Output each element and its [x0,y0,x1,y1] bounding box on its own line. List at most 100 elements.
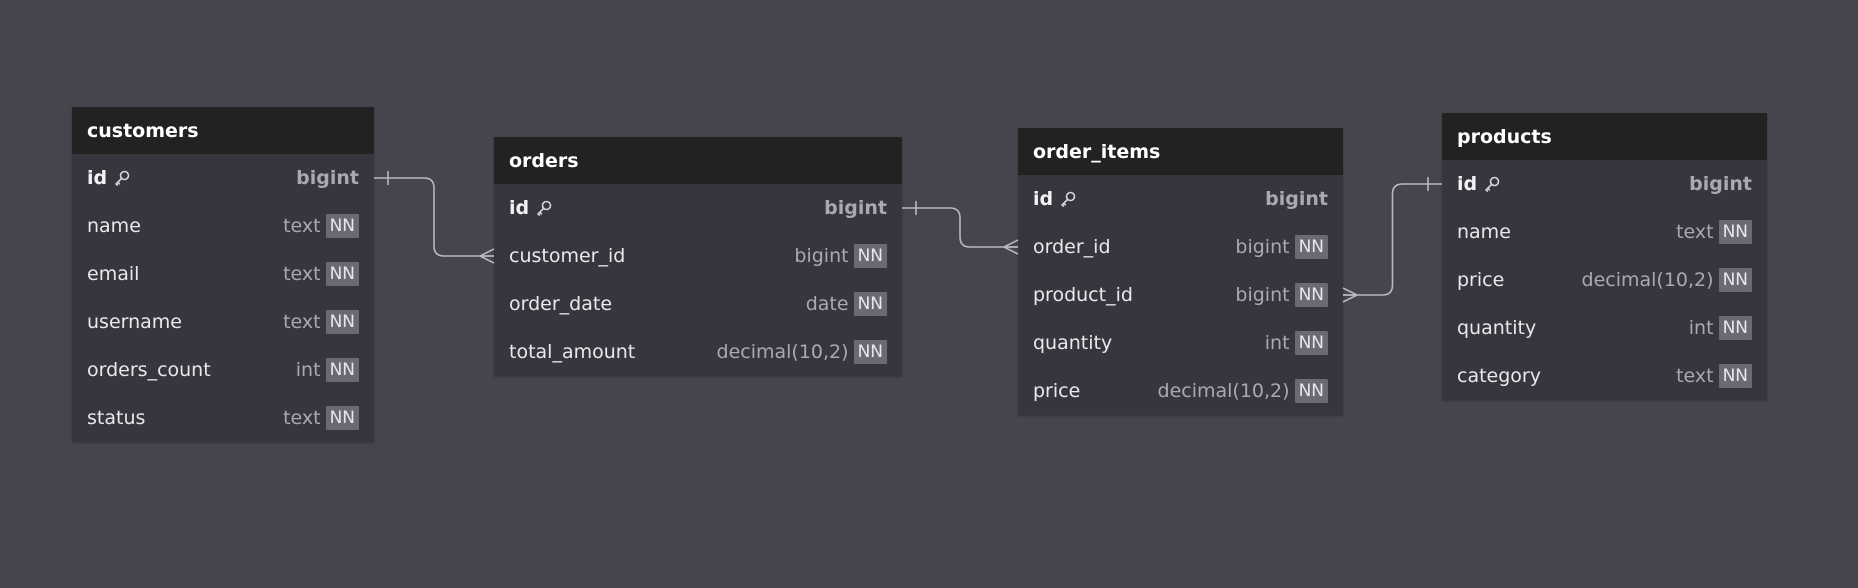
column-row[interactable]: orders_count int NN [72,346,374,394]
column-name: id [1033,188,1054,210]
column-type: int [295,359,321,381]
not-null-badge: NN [853,244,887,268]
column-name-cell: id [1033,188,1265,210]
column-type: text [283,263,321,285]
column-row[interactable]: order_id bigint NN [1018,223,1343,271]
column-name-cell: id [87,167,296,189]
column-type: bigint [824,197,887,219]
column-row[interactable]: id bigint [494,184,902,232]
column-name: status [87,407,146,429]
column-name-cell: username [87,311,283,333]
column-name-cell: orders_count [87,359,296,381]
column-name-cell: status [87,407,283,429]
column-type: bigint [1265,188,1328,210]
column-row[interactable]: id bigint [1018,175,1343,223]
column-type: decimal(10,2) [1157,380,1290,402]
column-name-cell: order_date [509,293,806,315]
table-header[interactable]: products [1442,113,1767,160]
column-type: date [805,293,849,315]
table-products[interactable]: products id bigint name text NN price decimal(1… [1442,113,1767,400]
column-name: id [1457,173,1478,195]
column-type: bigint [1689,173,1752,195]
table-header[interactable]: customers [72,107,374,154]
erd-canvas[interactable]: customers id bigint name text NN email text NN us… [0,0,1858,588]
column-row[interactable]: quantity int NN [1442,304,1767,352]
table-orders[interactable]: orders id bigint customer_id bigint NN order_d… [494,137,902,376]
column-name: category [1457,365,1541,387]
column-type: text [1676,221,1714,243]
column-type: int [1264,332,1290,354]
column-name-cell: email [87,263,283,285]
table-header[interactable]: order_items [1018,128,1343,175]
column-type: bigint [296,167,359,189]
not-null-badge: NN [1294,283,1328,307]
not-null-badge: NN [1718,268,1752,292]
column-name-cell: category [1457,365,1676,387]
column-name-cell: id [1457,173,1689,195]
table-order-items[interactable]: order_items id bigint order_id bigint NN produ… [1018,128,1343,415]
column-type: text [283,407,321,429]
column-name-cell: id [509,197,824,219]
column-name-cell: price [1457,269,1582,291]
column-row[interactable]: id bigint [72,154,374,202]
column-name-cell: order_id [1033,236,1235,258]
column-type: decimal(10,2) [1581,269,1714,291]
column-name: name [87,215,141,237]
column-name-cell: name [87,215,283,237]
not-null-badge: NN [1718,364,1752,388]
column-type: int [1688,317,1714,339]
not-null-badge: NN [325,406,359,430]
column-type: text [1676,365,1714,387]
column-name: id [509,197,530,219]
column-name: id [87,167,108,189]
column-row[interactable]: price decimal(10,2) NN [1018,367,1343,415]
column-name-cell: customer_id [509,245,794,267]
column-row[interactable]: price decimal(10,2) NN [1442,256,1767,304]
column-type: text [283,215,321,237]
table-customers[interactable]: customers id bigint name text NN email text NN us… [72,107,374,442]
column-name: product_id [1033,284,1133,306]
column-name-cell: name [1457,221,1676,243]
column-type: text [283,311,321,333]
column-row[interactable]: name text NN [1442,208,1767,256]
column-row[interactable]: category text NN [1442,352,1767,400]
not-null-badge: NN [325,214,359,238]
column-type: bigint [1235,236,1290,258]
column-row[interactable]: total_amount decimal(10,2) NN [494,328,902,376]
column-name: order_id [1033,236,1111,258]
column-row[interactable]: order_date date NN [494,280,902,328]
column-name-cell: product_id [1033,284,1235,306]
not-null-badge: NN [853,292,887,316]
column-name: customer_id [509,245,626,267]
not-null-badge: NN [1294,379,1328,403]
not-null-badge: NN [325,262,359,286]
primary-key-icon [535,199,553,217]
column-row[interactable]: id bigint [1442,160,1767,208]
column-name: total_amount [509,341,636,363]
column-row[interactable]: name text NN [72,202,374,250]
column-type: decimal(10,2) [716,341,849,363]
table-header[interactable]: orders [494,137,902,184]
column-row[interactable]: customer_id bigint NN [494,232,902,280]
column-row[interactable]: quantity int NN [1018,319,1343,367]
column-row[interactable]: email text NN [72,250,374,298]
primary-key-icon [1059,190,1077,208]
column-name: name [1457,221,1511,243]
column-name: order_date [509,293,613,315]
column-row[interactable]: product_id bigint NN [1018,271,1343,319]
primary-key-icon [1483,175,1501,193]
not-null-badge: NN [1718,220,1752,244]
column-name: email [87,263,140,285]
column-name-cell: quantity [1457,317,1689,339]
not-null-badge: NN [853,340,887,364]
column-name: quantity [1033,332,1113,354]
not-null-badge: NN [325,310,359,334]
column-row[interactable]: username text NN [72,298,374,346]
column-row[interactable]: status text NN [72,394,374,442]
not-null-badge: NN [1294,331,1328,355]
column-type: bigint [794,245,849,267]
column-type: bigint [1235,284,1290,306]
primary-key-icon [113,169,131,187]
column-name-cell: price [1033,380,1158,402]
column-name: price [1033,380,1081,402]
